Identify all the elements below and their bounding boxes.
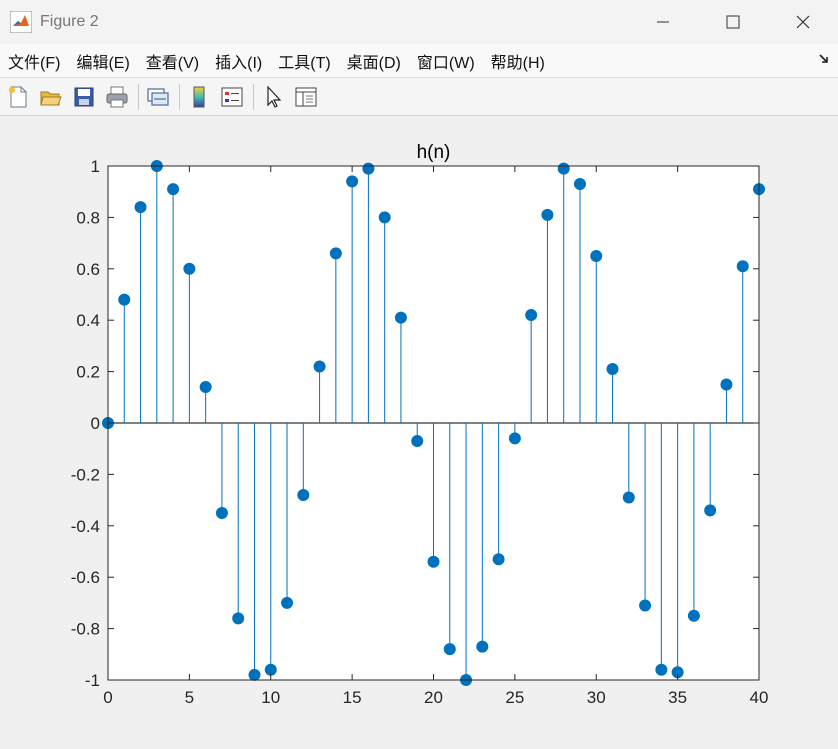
y-tick-label: 0 bbox=[91, 414, 100, 433]
window-titlebar: Figure 2 bbox=[0, 0, 838, 44]
colorbar-icon bbox=[193, 86, 205, 107]
legend-icon bbox=[221, 87, 243, 106]
data-point[interactable] bbox=[606, 363, 619, 376]
data-point[interactable] bbox=[443, 643, 456, 656]
toolbar-separator bbox=[179, 83, 180, 110]
menu-window[interactable]: 窗口(W) bbox=[409, 49, 483, 73]
y-tick-label: -0.8 bbox=[71, 620, 100, 639]
colorbar-button[interactable] bbox=[185, 83, 213, 111]
save-icon bbox=[74, 87, 94, 106]
menu-help[interactable]: 帮助(H) bbox=[483, 49, 553, 73]
data-point[interactable] bbox=[118, 293, 131, 306]
data-point[interactable] bbox=[720, 378, 733, 391]
property-inspector-icon bbox=[295, 87, 317, 106]
y-tick-label: 0.8 bbox=[76, 208, 100, 227]
pointer-button[interactable] bbox=[259, 83, 287, 111]
print-button[interactable] bbox=[103, 83, 131, 111]
y-tick-label: -0.2 bbox=[71, 465, 100, 484]
data-point[interactable] bbox=[297, 488, 310, 501]
data-point[interactable] bbox=[394, 311, 407, 324]
x-tick-label: 30 bbox=[587, 688, 606, 707]
data-point[interactable] bbox=[736, 260, 749, 273]
data-point[interactable] bbox=[346, 175, 359, 188]
data-point[interactable] bbox=[313, 360, 326, 373]
data-point[interactable] bbox=[134, 201, 147, 214]
data-point[interactable] bbox=[411, 434, 424, 447]
data-point[interactable] bbox=[655, 663, 668, 676]
pointer-icon bbox=[267, 84, 282, 108]
data-point[interactable] bbox=[183, 262, 196, 275]
data-point[interactable] bbox=[541, 208, 554, 221]
x-tick-label: 20 bbox=[424, 688, 443, 707]
data-point[interactable] bbox=[281, 596, 294, 609]
stem-plot[interactable]: 0 5 10 15 20 25 30 35 40 -1 -0.8 -0.6 -0.4 -0.2 0 0.2 0.… bbox=[0, 116, 838, 749]
x-tick-label: 35 bbox=[668, 688, 687, 707]
menu-view[interactable]: 查看(V) bbox=[138, 49, 207, 73]
menu-file[interactable]: 文件(F) bbox=[0, 49, 68, 73]
data-point[interactable] bbox=[639, 599, 652, 612]
open-file-button[interactable] bbox=[37, 83, 65, 111]
data-point[interactable] bbox=[622, 491, 635, 504]
new-figure-icon bbox=[9, 86, 27, 107]
y-tick-label: -1 bbox=[85, 671, 100, 690]
y-tick-label: 0.4 bbox=[76, 311, 100, 330]
data-point[interactable] bbox=[378, 211, 391, 224]
window-title: Figure 2 bbox=[40, 13, 99, 30]
data-point[interactable] bbox=[557, 162, 570, 175]
menu-insert[interactable]: 插入(I) bbox=[207, 49, 270, 73]
chart-title: h(n) bbox=[417, 142, 451, 163]
x-tick-label: 0 bbox=[103, 688, 112, 707]
menu-tools[interactable]: 工具(T) bbox=[270, 49, 338, 73]
maximize-button[interactable] bbox=[698, 0, 768, 44]
y-tick-label: -0.6 bbox=[71, 568, 100, 587]
data-point[interactable] bbox=[248, 668, 261, 681]
toolbar-separator bbox=[138, 83, 139, 110]
minimize-button[interactable] bbox=[628, 0, 698, 44]
data-point[interactable] bbox=[215, 506, 228, 519]
data-point[interactable] bbox=[508, 432, 521, 445]
figure-toolbar bbox=[0, 78, 838, 116]
print-icon bbox=[106, 86, 128, 107]
legend-button[interactable] bbox=[218, 83, 246, 111]
link-plot-icon bbox=[147, 87, 169, 106]
data-point[interactable] bbox=[704, 504, 717, 517]
link-plot-button[interactable] bbox=[144, 83, 172, 111]
dock-figure-icon[interactable] bbox=[818, 52, 830, 66]
data-point[interactable] bbox=[167, 183, 180, 196]
toolbar-separator bbox=[253, 83, 254, 110]
menu-bar: 文件(F) 编辑(E) 查看(V) 插入(I) 工具(T) 桌面(D) 窗口(W… bbox=[0, 44, 838, 78]
maximize-icon bbox=[726, 15, 740, 29]
minimize-icon bbox=[657, 21, 669, 23]
x-tick-label: 10 bbox=[261, 688, 280, 707]
data-point[interactable] bbox=[329, 247, 342, 260]
y-tick-label: -0.4 bbox=[71, 517, 100, 536]
data-point[interactable] bbox=[492, 553, 505, 566]
close-icon bbox=[796, 15, 810, 29]
close-button[interactable] bbox=[768, 0, 838, 44]
data-point[interactable] bbox=[362, 162, 375, 175]
matlab-logo-icon bbox=[10, 11, 32, 33]
data-point[interactable] bbox=[573, 177, 586, 190]
data-point[interactable] bbox=[264, 663, 277, 676]
x-tick-label: 5 bbox=[185, 688, 194, 707]
data-point[interactable] bbox=[199, 381, 212, 394]
data-point[interactable] bbox=[687, 609, 700, 622]
data-point[interactable] bbox=[590, 249, 603, 262]
save-button[interactable] bbox=[70, 83, 98, 111]
data-point[interactable] bbox=[232, 612, 245, 625]
x-tick-label: 40 bbox=[750, 688, 769, 707]
x-tick-label: 15 bbox=[343, 688, 362, 707]
data-point[interactable] bbox=[427, 555, 440, 568]
menu-desktop[interactable]: 桌面(D) bbox=[339, 49, 409, 73]
y-tick-label: 0.2 bbox=[76, 363, 100, 382]
data-point[interactable] bbox=[525, 309, 538, 322]
y-tick-label: 1 bbox=[91, 157, 100, 176]
menu-edit[interactable]: 编辑(E) bbox=[68, 49, 137, 73]
x-tick-label: 25 bbox=[505, 688, 524, 707]
property-inspector-button[interactable] bbox=[292, 83, 320, 111]
data-point[interactable] bbox=[476, 640, 489, 653]
y-tick-label: 0.6 bbox=[76, 260, 100, 279]
new-figure-button[interactable] bbox=[4, 83, 32, 111]
open-file-icon bbox=[40, 91, 62, 105]
